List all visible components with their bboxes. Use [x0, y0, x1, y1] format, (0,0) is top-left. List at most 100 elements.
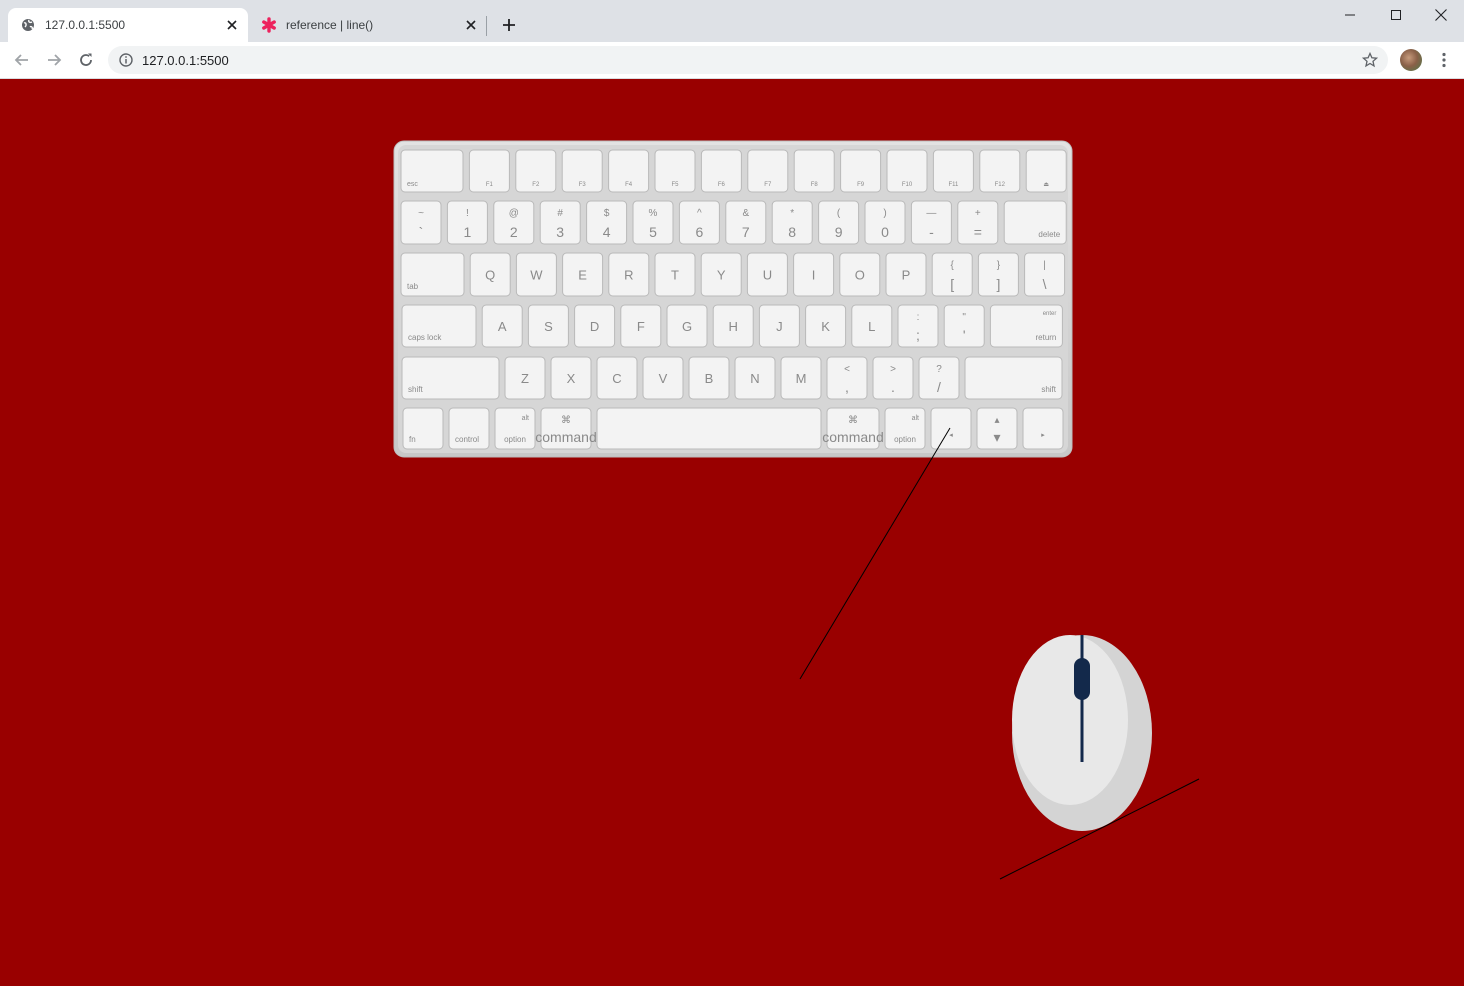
key-label: B: [705, 371, 714, 386]
key-label: M: [796, 371, 807, 386]
key-label-bottom: =: [974, 224, 982, 240]
key-label-top: ?: [936, 364, 942, 375]
keyboard-key: control: [448, 407, 490, 450]
keyboard-key: F12: [979, 149, 1021, 193]
keyboard-key: alt option: [884, 407, 926, 450]
minimize-icon[interactable]: [1327, 0, 1373, 30]
close-window-icon[interactable]: [1418, 0, 1464, 30]
key-label-bottom: 6: [696, 224, 704, 240]
key-label: F3: [579, 182, 587, 188]
info-icon[interactable]: [118, 52, 134, 68]
key-label: E: [578, 268, 587, 283]
new-tab-icon[interactable]: [498, 14, 520, 36]
keyboard-key: F2: [515, 149, 557, 193]
close-tab-icon[interactable]: [222, 15, 242, 35]
keyboard-key: enter return: [989, 304, 1063, 348]
key-label-bottom: 7: [742, 224, 750, 240]
key-label-top: ▴: [994, 415, 999, 426]
key-label-top: @: [509, 208, 519, 219]
browser-titlebar: 127.0.0.1:5500 reference | line(): [0, 0, 1464, 42]
key-label-bottom: 1: [464, 224, 472, 240]
key-label-bottom: 9: [835, 224, 843, 240]
keyboard-key: X: [550, 356, 592, 400]
forward-arrow-icon[interactable]: [42, 48, 66, 72]
keyboard-key: F9: [840, 149, 882, 193]
key-label: G: [682, 319, 692, 334]
key-label-bottom: 3: [556, 224, 564, 240]
key-label-bottom: -: [929, 224, 934, 240]
page-canvas[interactable]: esc F1 F2 F3 F4 F5 F6 F7 F8 F9 F10 F11 F12 ⏏ ~ `! 1 @2 #3 $…: [0, 79, 1464, 986]
key-label-top: %: [649, 208, 658, 219]
key-label-bottom: option: [504, 435, 526, 444]
keyboard-key: J: [758, 304, 800, 348]
key-label-bottom: .: [891, 379, 895, 395]
profile-avatar[interactable]: [1400, 49, 1422, 71]
keyboard-key: W: [515, 252, 557, 297]
bookmark-star-icon[interactable]: [1358, 48, 1382, 72]
key-label-top: !: [466, 208, 469, 219]
keyboard-key: @2: [493, 200, 535, 245]
maximize-icon[interactable]: [1373, 0, 1419, 30]
url-text[interactable]: 127.0.0.1:5500: [142, 53, 1358, 68]
key-label: F8: [811, 182, 819, 188]
key-label-bottom: ]: [996, 276, 1000, 292]
keyboard-key: T: [654, 252, 696, 297]
keyboard-key: F4: [608, 149, 650, 193]
keyboard-key: K: [805, 304, 847, 348]
keyboard-key: caps lock: [401, 304, 477, 348]
key-label: F2: [532, 182, 540, 188]
key-label: F7: [764, 182, 772, 188]
keyboard-key: ◂: [930, 407, 972, 450]
back-arrow-icon[interactable]: [10, 48, 34, 72]
key-label: T: [671, 268, 679, 283]
key-label-top: |: [1043, 260, 1046, 271]
reload-icon[interactable]: [74, 48, 98, 72]
key-label: F1: [486, 182, 494, 188]
keyboard-key: Z: [504, 356, 546, 400]
keyboard-key: F8: [793, 149, 835, 193]
key-label: F6: [718, 182, 726, 188]
close-tab-icon[interactable]: [461, 15, 481, 35]
keyboard-key: F1: [468, 149, 510, 193]
keyboard-key: &7: [725, 200, 767, 245]
key-label: F4: [625, 182, 633, 188]
sketch-canvas: esc F1 F2 F3 F4 F5 F6 F7 F8 F9 F10 F11 F12 ⏏~`!1@2#3$…: [393, 140, 1200, 880]
key-label-bottom: option: [894, 435, 916, 444]
tab-title: 127.0.0.1:5500: [45, 18, 126, 32]
address-bar[interactable]: 127.0.0.1:5500: [108, 46, 1388, 74]
tab-reference[interactable]: reference | line(): [249, 8, 487, 42]
key-label: A: [498, 319, 507, 334]
tab-separator: [486, 16, 487, 36]
key-label-bottom: [: [950, 276, 954, 292]
key-label: F5: [671, 182, 679, 188]
keyboard-key: Y: [700, 252, 742, 297]
keyboard-key: shift: [401, 356, 500, 400]
keyboard-key: :;: [897, 304, 939, 348]
key-label: ⏏: [1043, 182, 1049, 188]
keyboard-key: F6: [700, 149, 742, 193]
keyboard-key: F3: [561, 149, 603, 193]
keyboard-key: L: [851, 304, 893, 348]
key-label-top: >: [890, 364, 896, 375]
keyboard-key: >.: [872, 356, 914, 400]
key-label: caps lock: [408, 333, 442, 342]
key-label: N: [750, 371, 759, 386]
key-label-top: +: [975, 208, 981, 219]
key-label: ▸: [1041, 432, 1045, 439]
key-label: F9: [857, 182, 865, 188]
key-label-top: enter: [1043, 311, 1057, 317]
key-label: shift: [1041, 385, 1056, 394]
keyboard-key: delete: [1003, 200, 1067, 245]
keyboard-key: F5: [654, 149, 696, 193]
more-menu-icon[interactable]: [1434, 50, 1454, 70]
key-label: F: [637, 319, 645, 334]
key-label-bottom: ': [963, 327, 966, 343]
key-label: F11: [948, 182, 959, 188]
tab-localhost[interactable]: 127.0.0.1:5500: [8, 8, 248, 42]
keyboard-key: F11: [932, 149, 974, 193]
key-label-bottom: 5: [649, 224, 657, 240]
key-label: Q: [485, 268, 495, 283]
key-label-top: alt: [912, 415, 919, 422]
keyboard-key: U: [746, 252, 788, 297]
keyboard-key: M: [780, 356, 822, 400]
